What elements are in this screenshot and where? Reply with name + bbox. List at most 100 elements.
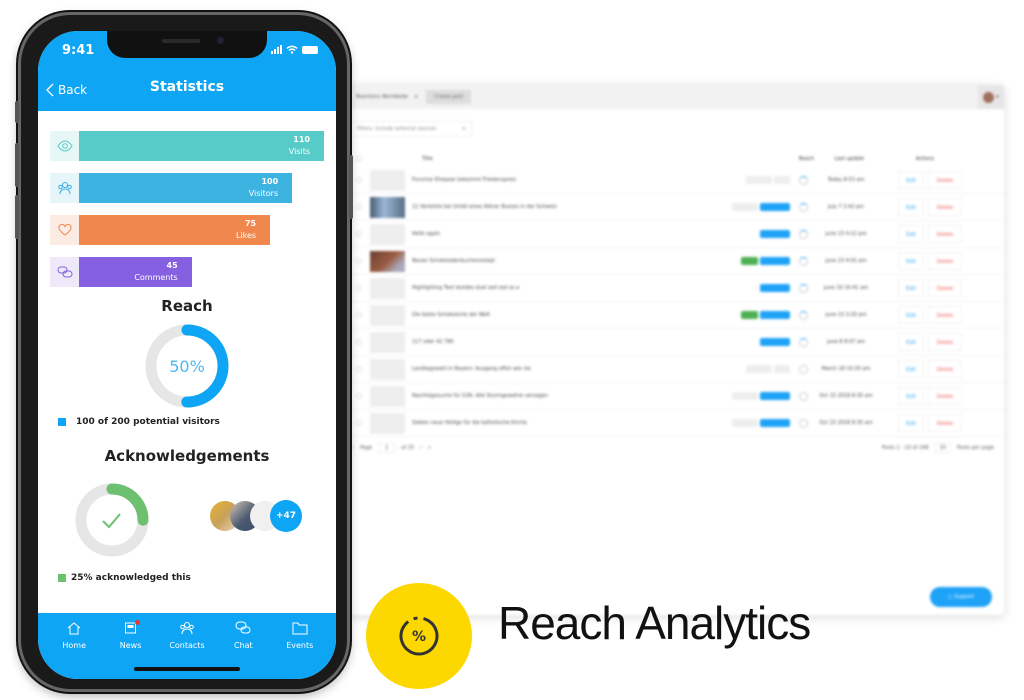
ack-avatars[interactable]: +47 bbox=[210, 500, 302, 533]
filter-select[interactable]: Filters: include external sources ▾ bbox=[350, 121, 472, 137]
phone-screen: 9:41 Back Statistics 110 Visits 100 Visitor… bbox=[38, 31, 336, 679]
last-update: Today 8:53 am bbox=[827, 177, 865, 183]
post-title[interactable]: Landtagswahl in Bayern: Ausgang offen wi… bbox=[412, 366, 531, 372]
col-reach[interactable]: Reach bbox=[799, 156, 814, 162]
user-menu[interactable]: ▾ bbox=[978, 85, 1004, 109]
last-page-icon[interactable]: » bbox=[428, 445, 431, 451]
reach-indicator-icon bbox=[799, 202, 808, 212]
tab-reactions[interactable]: Reactions Worldwide × bbox=[348, 94, 426, 100]
stat-row-comments: 45 Comments bbox=[50, 257, 324, 287]
row-checkbox[interactable] bbox=[356, 204, 362, 210]
post-title[interactable]: Nachfolgesuche für G36: Alle Sturmgewehr… bbox=[412, 393, 548, 399]
delete-button[interactable]: Delete bbox=[928, 279, 962, 297]
reach-indicator-icon bbox=[799, 391, 808, 401]
delete-button[interactable]: Delete bbox=[928, 198, 962, 216]
col-last-update[interactable]: Last update bbox=[834, 156, 864, 162]
more-avatars-badge[interactable]: +47 bbox=[270, 500, 302, 532]
status-badge bbox=[760, 230, 790, 238]
prev-page-icon[interactable]: ‹ bbox=[352, 445, 354, 451]
support-button[interactable]: ⓘ Support bbox=[930, 587, 992, 607]
post-title[interactable]: Hello again bbox=[412, 231, 440, 237]
edit-button[interactable]: Edit bbox=[898, 279, 924, 297]
edit-button[interactable]: Edit bbox=[898, 225, 924, 243]
row-checkbox[interactable] bbox=[356, 393, 362, 399]
edit-button[interactable]: Edit bbox=[898, 171, 924, 189]
table-row[interactable]: Nachfolgesuche für G36: Alle Sturmgewehr… bbox=[348, 383, 1004, 410]
delete-button[interactable]: Delete bbox=[928, 225, 962, 243]
select-all-checkbox[interactable] bbox=[356, 156, 362, 162]
delete-button[interactable]: Delete bbox=[928, 333, 962, 351]
ack-section: +47 bbox=[38, 479, 336, 561]
edit-button[interactable]: Edit bbox=[898, 387, 924, 405]
home-indicator bbox=[134, 667, 240, 671]
edit-button[interactable]: Edit bbox=[898, 252, 924, 270]
post-title[interactable]: Die beste Schokotorte der Welt bbox=[412, 312, 490, 318]
table-row[interactable]: Sieben neue Heilige für die katholische … bbox=[348, 410, 1004, 437]
ack-donut bbox=[75, 483, 149, 557]
table-row[interactable]: Neues Schokoladenkuchenrezept june 23 4:0… bbox=[348, 248, 1004, 275]
reach-percent: 50% bbox=[169, 357, 205, 376]
table-row[interactable]: Landtagswahl in Bayern: Ausgang offen wi… bbox=[348, 356, 1004, 383]
delete-button[interactable]: Delete bbox=[928, 387, 962, 405]
post-title[interactable]: Highlighting Text testdes duel sed sed a… bbox=[412, 285, 519, 291]
post-tags bbox=[746, 176, 790, 184]
percent-symbol: % bbox=[412, 629, 426, 645]
page-title: Statistics bbox=[149, 79, 225, 95]
reach-indicator-icon bbox=[799, 418, 808, 428]
edit-button[interactable]: Edit bbox=[898, 198, 924, 216]
delete-button[interactable]: Delete bbox=[928, 171, 962, 189]
table-row[interactable]: Forscher Ehepaar bekommt Friedenspreis To… bbox=[348, 167, 1004, 194]
table-row[interactable]: Die beste Schokotorte der Welt june 15 3:… bbox=[348, 302, 1004, 329]
post-table: Forscher Ehepaar bekommt Friedenspreis To… bbox=[348, 167, 1004, 437]
row-checkbox[interactable] bbox=[356, 177, 362, 183]
close-icon[interactable]: × bbox=[414, 94, 418, 100]
delete-button[interactable]: Delete bbox=[928, 306, 962, 324]
tab-home[interactable]: Home bbox=[49, 621, 99, 679]
table-row[interactable]: 12 Verletzte bei Unfall eines Kölner Bus… bbox=[348, 194, 1004, 221]
row-checkbox[interactable] bbox=[356, 420, 362, 426]
table-row[interactable]: 117 oder 42 780 june 8 8:47 am Edit Delete bbox=[348, 329, 1004, 356]
col-actions: Actions bbox=[915, 156, 934, 162]
tab-events[interactable]: Events bbox=[275, 621, 325, 679]
post-title[interactable]: Forscher Ehepaar bekommt Friedenspreis bbox=[412, 177, 516, 183]
last-update: june 23 4:01 pm bbox=[825, 258, 867, 264]
row-checkbox[interactable] bbox=[356, 312, 362, 318]
notification-dot bbox=[134, 620, 140, 625]
eye-icon bbox=[50, 131, 79, 161]
filter-label: Filters: include external sources bbox=[357, 126, 437, 132]
checkmark-icon bbox=[102, 513, 121, 529]
row-checkbox[interactable] bbox=[356, 285, 362, 291]
edit-button[interactable]: Edit bbox=[898, 333, 924, 351]
chat-icon bbox=[235, 621, 251, 637]
post-title[interactable]: Sieben neue Heilige für die katholische … bbox=[412, 420, 527, 426]
row-checkbox[interactable] bbox=[356, 231, 362, 237]
tab-label: Chat bbox=[234, 641, 253, 650]
post-title[interactable]: 12 Verletzte bei Unfall eines Kölner Bus… bbox=[412, 204, 557, 210]
col-title[interactable]: Title bbox=[422, 156, 433, 162]
create-post-button[interactable]: Create post bbox=[426, 90, 472, 104]
edit-button[interactable]: Edit bbox=[898, 360, 924, 378]
status-badge bbox=[760, 311, 790, 319]
reach-legend: 100 of 200 potential visitors bbox=[38, 417, 336, 427]
edit-button[interactable]: Edit bbox=[898, 306, 924, 324]
row-checkbox[interactable] bbox=[356, 258, 362, 264]
contacts-icon bbox=[179, 621, 195, 637]
post-tags bbox=[760, 284, 790, 292]
post-title[interactable]: 117 oder 42 780 bbox=[412, 339, 454, 345]
page-label: Page bbox=[360, 445, 373, 451]
delete-button[interactable]: Delete bbox=[928, 252, 962, 270]
table-row[interactable]: Highlighting Text testdes duel sed sed a… bbox=[348, 275, 1004, 302]
table-row[interactable]: Hello again june 23 4:12 pm Edit Delete bbox=[348, 221, 1004, 248]
delete-button[interactable]: Delete bbox=[928, 414, 962, 432]
stat-label: Likes bbox=[235, 231, 257, 240]
post-title[interactable]: Neues Schokoladenkuchenrezept bbox=[412, 258, 495, 264]
status-badge bbox=[746, 176, 772, 184]
row-checkbox[interactable] bbox=[356, 366, 362, 372]
row-checkbox[interactable] bbox=[356, 339, 362, 345]
status-badge bbox=[774, 176, 790, 184]
per-page-select[interactable]: 10 bbox=[934, 443, 951, 453]
next-page-icon[interactable]: › bbox=[420, 445, 422, 451]
page-input[interactable]: 1 bbox=[378, 443, 396, 453]
edit-button[interactable]: Edit bbox=[898, 414, 924, 432]
delete-button[interactable]: Delete bbox=[928, 360, 962, 378]
